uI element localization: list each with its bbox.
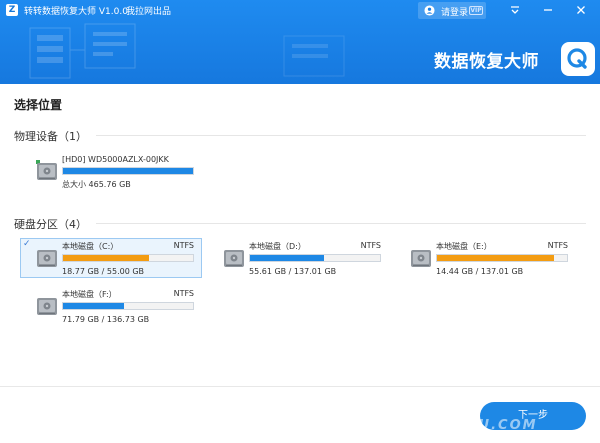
partition-usage-bar xyxy=(436,254,568,262)
title-bar: Z 转转数据恢复大师 V1.0.0 我拉网出品 请登录 VIP xyxy=(0,0,600,20)
app-publisher: 我拉网出品 xyxy=(126,7,172,17)
hard-disk-icon xyxy=(37,298,57,315)
device-usage-fill xyxy=(63,168,193,174)
brand-logo-icon xyxy=(561,42,595,76)
partition-f-content: 本地磁盘（F:） NTFS 71.79 GB / 136.73 GB xyxy=(36,289,196,325)
user-icon xyxy=(424,5,435,16)
partition-c-content: 本地磁盘（C:） NTFS 18.77 GB / 55.00 GB xyxy=(36,241,196,277)
hard-disk-icon xyxy=(37,250,57,267)
partition-e-content: 本地磁盘（E:） NTFS 14.44 GB / 137.01 GB xyxy=(410,241,570,277)
partition-usage-fill xyxy=(437,255,554,261)
brand-title: 数据恢复大师 xyxy=(434,52,539,72)
partition-name: 本地磁盘（E:） xyxy=(436,242,492,251)
partition-filesystem: NTFS xyxy=(173,241,194,250)
partition-name: 本地磁盘（D:） xyxy=(249,242,306,251)
minimize-icon[interactable] xyxy=(541,3,555,17)
app-header: Z 转转数据恢复大师 V1.0.0 我拉网出品 请登录 VIP 数据恢复大师 xyxy=(0,0,600,84)
vip-badge: VIP xyxy=(469,6,483,15)
device-size: 总大小 465.76 GB xyxy=(62,180,131,189)
page-title: 选择位置 xyxy=(14,98,63,112)
partition-size: 55.61 GB / 137.01 GB xyxy=(249,267,337,276)
partition-d-content: 本地磁盘（D:） NTFS 55.61 GB / 137.01 GB xyxy=(223,241,383,277)
checkmark-icon: ✓ xyxy=(23,239,31,249)
circuit-decoration xyxy=(29,23,136,79)
partition-size: 18.77 GB / 55.00 GB xyxy=(62,267,145,276)
device-name: [HD0] WD5000AZLX-00JKK xyxy=(62,155,169,164)
hard-disk-icon xyxy=(411,250,431,267)
circuit-decoration xyxy=(283,35,345,77)
footer-divider xyxy=(0,386,600,387)
partition-usage-bar xyxy=(62,254,194,262)
watermark: ASPKU.COM xyxy=(432,418,538,433)
partition-usage-fill xyxy=(250,255,325,261)
partition-usage-fill xyxy=(63,255,149,261)
section-divider xyxy=(96,135,586,136)
partition-size: 71.79 GB / 136.73 GB xyxy=(62,315,150,324)
app-title: 转转数据恢复大师 V1.0.0 xyxy=(24,7,128,17)
partition-name: 本地磁盘（C:） xyxy=(62,242,119,251)
partitions-heading: 硬盘分区（4） xyxy=(14,218,87,231)
menu-icon[interactable] xyxy=(508,3,522,17)
login-button[interactable]: 请登录 VIP xyxy=(418,2,486,19)
section-divider xyxy=(96,223,586,224)
app-logo: Z xyxy=(6,4,18,16)
login-label: 请登录 xyxy=(441,8,469,18)
close-icon[interactable] xyxy=(574,3,588,17)
partition-filesystem: NTFS xyxy=(173,289,194,298)
physical-device-hd0[interactable]: [HD0] WD5000AZLX-00JKK 总大小 465.76 GB xyxy=(36,155,206,189)
partition-filesystem: NTFS xyxy=(360,241,381,250)
partition-filesystem: NTFS xyxy=(547,241,568,250)
partition-usage-fill xyxy=(63,303,125,309)
partition-usage-bar xyxy=(62,302,194,310)
partition-name: 本地磁盘（F:） xyxy=(62,290,117,299)
partition-size: 14.44 GB / 137.01 GB xyxy=(436,267,524,276)
hard-disk-icon xyxy=(36,160,57,180)
physical-devices-heading: 物理设备（1） xyxy=(14,130,87,143)
device-usage-bar xyxy=(62,167,194,175)
partition-usage-bar xyxy=(249,254,381,262)
hard-disk-icon xyxy=(224,250,244,267)
